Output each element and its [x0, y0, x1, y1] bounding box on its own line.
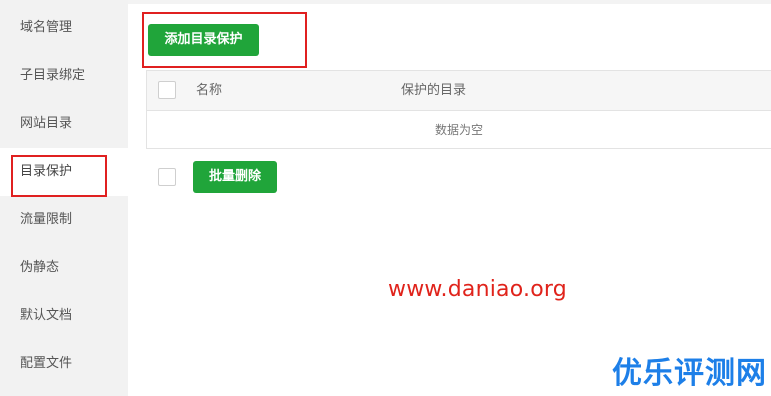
- table-header: 名称 保护的目录: [147, 71, 771, 111]
- sidebar-item-rewrite[interactable]: 伪静态: [0, 244, 128, 292]
- sidebar-item-site-directory[interactable]: 网站目录: [0, 100, 128, 148]
- column-header-protected-directory: 保护的目录: [401, 83, 467, 98]
- sidebar-item-traffic-limit[interactable]: 流量限制: [0, 196, 128, 244]
- watermark-url: www.daniao.org: [388, 277, 567, 302]
- select-all-checkbox[interactable]: [158, 81, 176, 99]
- protection-table: 名称 保护的目录 数据为空: [146, 70, 771, 149]
- watermark-brand: 优乐评测网: [612, 356, 767, 391]
- sidebar-item-subdirectory-binding[interactable]: 子目录绑定: [0, 52, 128, 100]
- settings-sidebar: 域名管理 子目录绑定 网站目录 目录保护 流量限制 伪静态 默认文档 配置文件: [0, 0, 128, 396]
- sidebar-item-default-document[interactable]: 默认文档: [0, 292, 128, 340]
- top-divider: [128, 0, 771, 4]
- empty-state-text: 数据为空: [434, 123, 483, 137]
- site-settings-panel: 域名管理 子目录绑定 网站目录 目录保护 流量限制 伪静态 默认文档 配置文件 …: [0, 0, 771, 396]
- add-directory-protection-button[interactable]: 添加目录保护: [148, 24, 259, 56]
- column-header-name: 名称: [196, 83, 223, 98]
- footer-select-checkbox[interactable]: [158, 168, 176, 186]
- batch-delete-button[interactable]: 批量删除: [193, 161, 277, 193]
- sidebar-item-directory-protection[interactable]: 目录保护: [0, 148, 128, 196]
- sidebar-item-config-file[interactable]: 配置文件: [0, 340, 128, 388]
- sidebar-item-domain-management[interactable]: 域名管理: [0, 4, 128, 52]
